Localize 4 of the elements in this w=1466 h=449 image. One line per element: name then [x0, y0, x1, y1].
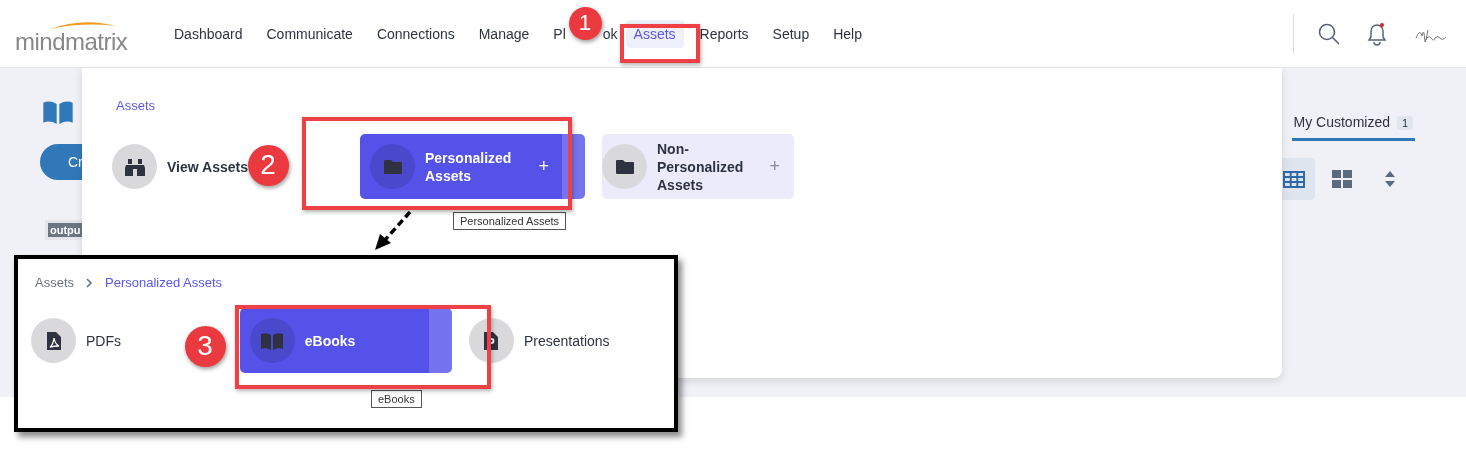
- tooltip: Personalized Assets: [453, 212, 567, 230]
- tooltip: eBooks: [371, 390, 422, 408]
- logo-text: mindmatrix: [15, 27, 128, 56]
- step-number-badge: 1: [568, 6, 602, 40]
